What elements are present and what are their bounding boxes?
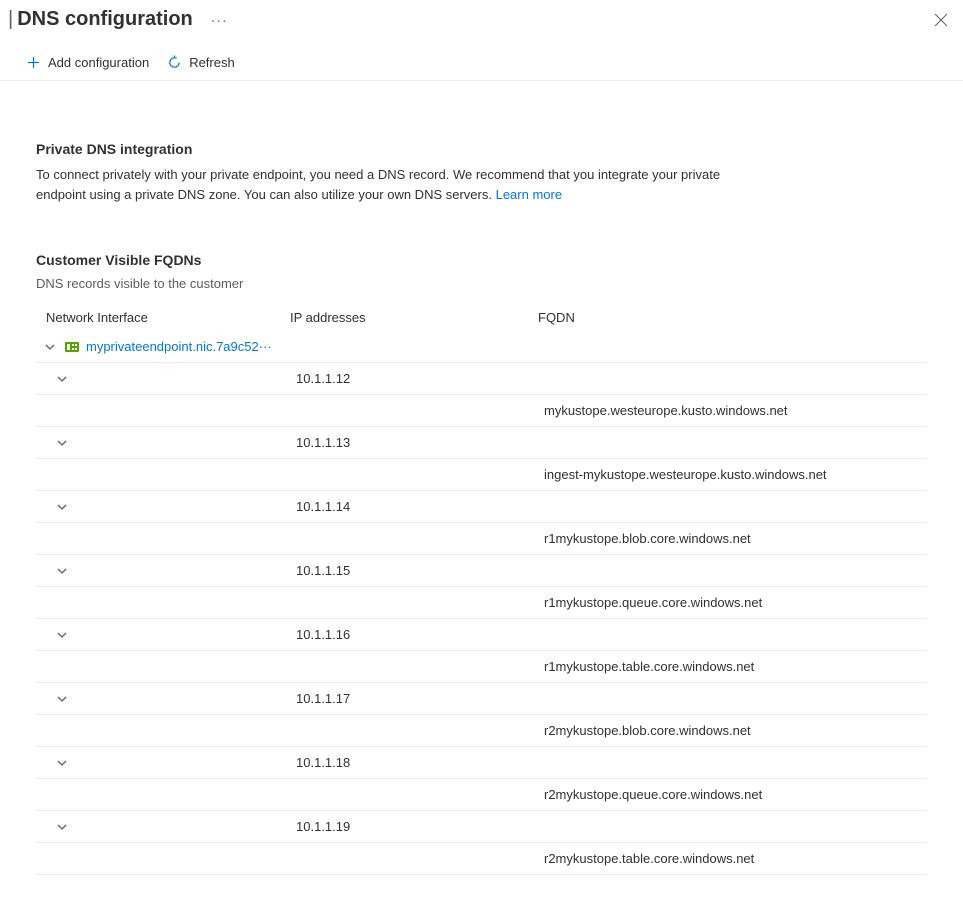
header-pipe: |: [8, 8, 13, 31]
fqdn-table: Network Interface IP addresses FQDN: [36, 303, 927, 875]
ip-row[interactable]: 10.1.1.19: [36, 811, 927, 843]
private-dns-section: Private DNS integration To connect priva…: [36, 141, 927, 204]
chevron-down-icon[interactable]: [56, 757, 68, 769]
fqdn-value: r2mykustope.table.core.windows.net: [544, 851, 754, 866]
chevron-down-icon[interactable]: [56, 373, 68, 385]
ip-address-value: 10.1.1.18: [296, 755, 544, 770]
add-configuration-label: Add configuration: [48, 55, 149, 70]
ip-row[interactable]: 10.1.1.14: [36, 491, 927, 523]
col-header-nic: Network Interface: [46, 310, 290, 325]
ip-address-value: 10.1.1.15: [296, 563, 544, 578]
fqdn-row: r2mykustope.table.core.windows.net: [36, 843, 927, 875]
col-header-fqdn: FQDN: [538, 310, 927, 325]
plus-icon: [26, 55, 41, 70]
refresh-button[interactable]: Refresh: [167, 55, 235, 70]
fqdn-row: r1mykustope.blob.core.windows.net: [36, 523, 927, 555]
customer-fqdn-sub: DNS records visible to the customer: [36, 276, 927, 291]
fqdn-value: r1mykustope.blob.core.windows.net: [544, 531, 751, 546]
refresh-label: Refresh: [189, 55, 235, 70]
learn-more-link[interactable]: Learn more: [496, 187, 562, 202]
fqdn-row: mykustope.westeurope.kusto.windows.net: [36, 395, 927, 427]
fqdn-value: ingest-mykustope.westeurope.kusto.window…: [544, 467, 827, 482]
chevron-down-icon[interactable]: [56, 437, 68, 449]
ip-row[interactable]: 10.1.1.15: [36, 555, 927, 587]
command-bar: Add configuration Refresh: [0, 45, 963, 81]
fqdn-row: r2mykustope.queue.core.windows.net: [36, 779, 927, 811]
fqdn-row: r2mykustope.blob.core.windows.net: [36, 715, 927, 747]
more-icon[interactable]: ···: [211, 12, 228, 28]
private-dns-heading: Private DNS integration: [36, 141, 927, 157]
nic-name-link[interactable]: myprivateendpoint.nic.7a9c52: [86, 339, 259, 354]
fqdn-value: mykustope.westeurope.kusto.windows.net: [544, 403, 788, 418]
fqdn-row: ingest-mykustope.westeurope.kusto.window…: [36, 459, 927, 491]
ip-address-value: 10.1.1.17: [296, 691, 544, 706]
content-area: Private DNS integration To connect priva…: [0, 81, 963, 895]
ip-address-value: 10.1.1.16: [296, 627, 544, 642]
refresh-icon: [167, 55, 182, 70]
col-header-ip: IP addresses: [290, 310, 538, 325]
chevron-down-icon[interactable]: [56, 501, 68, 513]
chevron-down-icon[interactable]: [44, 341, 56, 353]
fqdn-value: r1mykustope.table.core.windows.net: [544, 659, 754, 674]
fqdn-value: r2mykustope.queue.core.windows.net: [544, 787, 762, 802]
fqdn-value: r2mykustope.blob.core.windows.net: [544, 723, 751, 738]
fqdn-value: r1mykustope.queue.core.windows.net: [544, 595, 762, 610]
fqdn-row: r1mykustope.queue.core.windows.net: [36, 587, 927, 619]
blade-header: | DNS configuration ···: [0, 0, 963, 45]
network-interface-icon: [64, 339, 80, 355]
ip-row[interactable]: 10.1.1.16: [36, 619, 927, 651]
ip-row[interactable]: 10.1.1.17: [36, 683, 927, 715]
nic-row[interactable]: myprivateendpoint.nic.7a9c52···: [36, 331, 927, 363]
chevron-down-icon[interactable]: [56, 565, 68, 577]
ip-row[interactable]: 10.1.1.13: [36, 427, 927, 459]
close-icon[interactable]: [933, 12, 949, 28]
ip-address-value: 10.1.1.19: [296, 819, 544, 834]
fqdn-row: r1mykustope.table.core.windows.net: [36, 651, 927, 683]
ip-address-value: 10.1.1.12: [296, 371, 544, 386]
ip-address-value: 10.1.1.13: [296, 435, 544, 450]
chevron-down-icon[interactable]: [56, 629, 68, 641]
page-title: DNS configuration: [17, 8, 193, 31]
private-dns-desc-text: To connect privately with your private e…: [36, 167, 720, 202]
ip-row[interactable]: 10.1.1.12: [36, 363, 927, 395]
chevron-down-icon[interactable]: [56, 693, 68, 705]
ip-address-value: 10.1.1.14: [296, 499, 544, 514]
customer-fqdn-section: Customer Visible FQDNs DNS records visib…: [36, 252, 927, 875]
chevron-down-icon[interactable]: [56, 821, 68, 833]
ip-row[interactable]: 10.1.1.18: [36, 747, 927, 779]
table-header-row: Network Interface IP addresses FQDN: [36, 303, 927, 331]
customer-fqdn-heading: Customer Visible FQDNs: [36, 252, 927, 268]
add-configuration-button[interactable]: Add configuration: [26, 55, 149, 70]
private-dns-description: To connect privately with your private e…: [36, 165, 736, 204]
